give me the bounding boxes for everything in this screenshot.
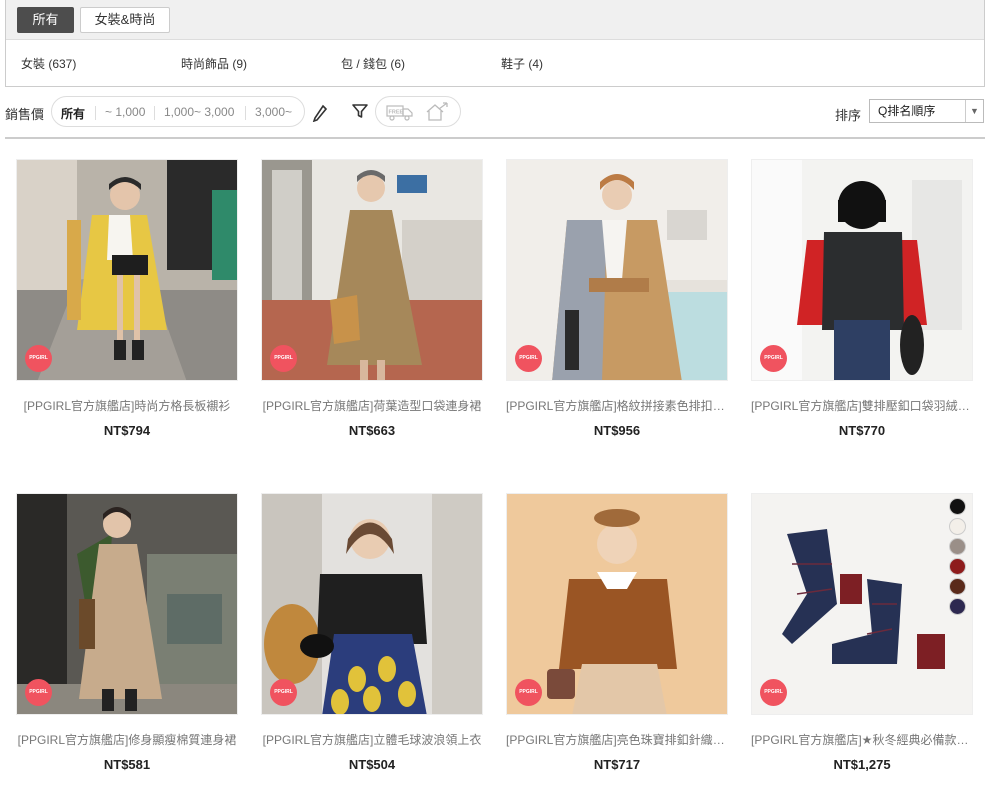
category-bags[interactable]: 包 / 錢包 (6) bbox=[341, 55, 405, 72]
color-swatch[interactable] bbox=[949, 598, 966, 615]
category-shoes[interactable]: 鞋子 (4) bbox=[501, 55, 543, 72]
store-badge: PPGIRL bbox=[515, 679, 542, 706]
return-shipping-icon[interactable] bbox=[424, 101, 450, 128]
product-title[interactable]: [PPGIRL官方旗艦店]★秋冬經典必備款短靴 bbox=[751, 731, 973, 748]
category-womens-clothing[interactable]: 女裝 (637) bbox=[21, 55, 76, 72]
category-list: 女裝 (637) 時尚飾品 (9) 包 / 錢包 (6) 鞋子 (4) bbox=[6, 40, 984, 86]
product-price: NT$956 bbox=[593, 423, 641, 438]
sort-dropdown[interactable]: Q排名順序 ▼ bbox=[869, 99, 984, 123]
product-title[interactable]: [PPGIRL官方旗艦店]雙排壓釦口袋羽絨背心 bbox=[751, 397, 973, 414]
category-panel: 所有 女裝&時尚 女裝 (637) 時尚飾品 (9) 包 / 錢包 (6) 鞋子… bbox=[5, 0, 985, 87]
store-badge: PPGIRL bbox=[760, 679, 787, 706]
color-swatches bbox=[949, 498, 969, 618]
product-image[interactable]: PPGIRL bbox=[506, 159, 728, 381]
product-image[interactable]: PPGIRL bbox=[261, 493, 483, 715]
filter-icon[interactable] bbox=[351, 102, 369, 125]
chevron-down-icon: ▼ bbox=[965, 100, 983, 122]
product-image[interactable]: PPGIRL bbox=[751, 493, 973, 715]
tab-all[interactable]: 所有 bbox=[17, 7, 74, 33]
color-swatch[interactable] bbox=[949, 498, 966, 515]
color-swatch[interactable] bbox=[949, 558, 966, 575]
price-option-under-1000[interactable]: ~ 1,000 bbox=[105, 105, 145, 119]
filter-bar: 銷售價 所有 ~ 1,000 1,000~ 3,000 3,000~ FREE bbox=[5, 96, 985, 128]
price-option-over-3000[interactable]: 3,000~ bbox=[255, 105, 292, 119]
product-image[interactable]: PPGIRL bbox=[506, 493, 728, 715]
product-image[interactable]: PPGIRL bbox=[16, 159, 238, 381]
color-swatch[interactable] bbox=[949, 578, 966, 595]
product-price: NT$663 bbox=[348, 423, 396, 438]
product-title[interactable]: [PPGIRL官方旗艦店]格紋拼接素色排扣外套 bbox=[506, 397, 728, 414]
pencil-icon[interactable] bbox=[311, 102, 329, 127]
store-badge: PPGIRL bbox=[270, 345, 297, 372]
divider bbox=[5, 137, 985, 139]
sort-selected-value: Q排名順序 bbox=[878, 104, 936, 118]
product-title[interactable]: [PPGIRL官方旗艦店]時尚方格長板襯衫 bbox=[16, 397, 238, 414]
store-badge: PPGIRL bbox=[25, 679, 52, 706]
product-price: NT$770 bbox=[838, 423, 886, 438]
product-image[interactable]: PPGIRL bbox=[16, 493, 238, 715]
product-image[interactable]: PPGIRL bbox=[751, 159, 973, 381]
product-price: NT$581 bbox=[103, 757, 151, 772]
color-swatch[interactable] bbox=[949, 518, 966, 535]
store-badge: PPGIRL bbox=[515, 345, 542, 372]
store-badge: PPGIRL bbox=[25, 345, 52, 372]
shipping-filter: FREE bbox=[375, 96, 461, 127]
free-shipping-icon[interactable]: FREE bbox=[386, 103, 414, 126]
product-price: NT$717 bbox=[593, 757, 641, 772]
store-badge: PPGIRL bbox=[760, 345, 787, 372]
price-option-all[interactable]: 所有 bbox=[61, 105, 85, 122]
product-image[interactable]: PPGIRL bbox=[261, 159, 483, 381]
price-filter-label: 銷售價 bbox=[5, 107, 45, 122]
product-title[interactable]: [PPGIRL官方旗艦店]亮色珠寶排釦針織外套 bbox=[506, 731, 728, 748]
product-title[interactable]: [PPGIRL官方旗艦店]荷葉造型口袋連身裙 bbox=[261, 397, 483, 414]
product-price: NT$1,275 bbox=[833, 757, 891, 772]
separator bbox=[154, 106, 155, 120]
price-range-selector: 所有 ~ 1,000 1,000~ 3,000 3,000~ bbox=[51, 96, 305, 127]
color-swatch[interactable] bbox=[949, 538, 966, 555]
store-badge: PPGIRL bbox=[270, 679, 297, 706]
category-accessories[interactable]: 時尚飾品 (9) bbox=[181, 55, 247, 72]
product-title[interactable]: [PPGIRL官方旗艦店]立體毛球波浪領上衣 bbox=[261, 731, 483, 748]
product-price: NT$504 bbox=[348, 757, 396, 772]
separator bbox=[245, 106, 246, 120]
sort-label: 排序 bbox=[835, 108, 862, 123]
separator bbox=[95, 106, 96, 120]
product-price: NT$794 bbox=[103, 423, 151, 438]
product-title[interactable]: [PPGIRL官方旗艦店]修身顯瘦棉質連身裙 bbox=[16, 731, 238, 748]
free-text: FREE bbox=[389, 110, 404, 116]
tab-bar: 所有 女裝&時尚 bbox=[6, 0, 984, 40]
price-option-1000-3000[interactable]: 1,000~ 3,000 bbox=[164, 105, 234, 119]
tab-womens-fashion[interactable]: 女裝&時尚 bbox=[80, 7, 170, 33]
